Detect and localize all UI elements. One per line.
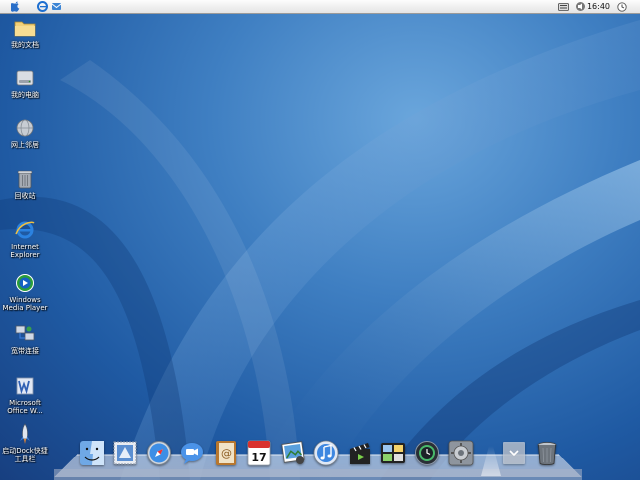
trash-icon	[14, 168, 36, 190]
desktop-icon-my-documents[interactable]: 我的文档	[0, 17, 50, 49]
keyboard-icon[interactable]	[557, 1, 569, 12]
word-icon	[14, 375, 36, 397]
internet-explorer-icon[interactable]	[36, 1, 48, 12]
network-connection-icon	[14, 323, 36, 345]
menu-clock[interactable]: 16:40	[587, 0, 610, 13]
dock-item-dashboard[interactable]	[379, 439, 407, 467]
desktop-icon-label: 启动Dock快捷工具栏	[2, 447, 48, 463]
dock-item-address-book[interactable]: @	[212, 439, 240, 467]
desktop-icon-microsoft-office-word[interactable]: Microsoft Office W...	[0, 375, 50, 415]
desktop-icon-recycle-bin[interactable]: 回收站	[0, 168, 50, 200]
safari-compass-icon	[147, 441, 171, 465]
dock-item-downloads-stack[interactable]	[500, 439, 528, 467]
trash-can-icon	[537, 442, 557, 465]
dock-item-system-preferences[interactable]	[447, 439, 475, 467]
desktop-icon-my-computer[interactable]: 我的电脑	[0, 67, 50, 99]
outlook-express-icon[interactable]	[50, 1, 62, 12]
speaker-icon[interactable]	[574, 1, 586, 12]
desktop-icon-label: Internet Explorer	[10, 243, 40, 259]
desktop-icon-label: 我的文档	[11, 41, 39, 49]
internet-explorer-icon	[14, 219, 36, 241]
desktop-icon-label: 网上邻居	[11, 141, 39, 149]
desktop[interactable]: 16:40 我的文档 我的电脑 网上邻居 回收站 Internet Explor	[0, 0, 640, 480]
dock-item-time-machine[interactable]	[413, 439, 441, 467]
downloads-stack-icon	[503, 442, 525, 464]
desktop-icon-label: Windows Media Player	[2, 296, 48, 312]
dock-item-itunes[interactable]	[312, 439, 340, 467]
music-note-icon	[313, 440, 339, 466]
calendar-day: 17	[251, 451, 266, 464]
menu-bar: 16:40	[0, 0, 640, 14]
dock-reflection	[54, 469, 582, 480]
address-book-icon: @	[216, 441, 236, 465]
hard-drive-icon	[14, 67, 36, 89]
rocket-icon	[14, 423, 36, 445]
desktop-icon-broadband-connection[interactable]: 宽带连接	[0, 323, 50, 355]
calendar-icon: 17	[247, 440, 271, 466]
dashboard-icon	[381, 443, 405, 463]
desktop-icon-label: Microsoft Office W...	[7, 399, 43, 415]
photos-icon	[281, 441, 305, 464]
clock-icon[interactable]	[616, 1, 628, 12]
video-chat-icon	[181, 443, 203, 464]
finder-icon	[80, 441, 104, 465]
clapperboard-icon	[350, 443, 370, 464]
desktop-icon-label: 回收站	[14, 192, 36, 200]
dock-item-ical[interactable]: 17	[245, 439, 273, 467]
svg-text:@: @	[221, 447, 232, 460]
apple-logo-icon[interactable]	[10, 1, 22, 12]
dock-item-mail[interactable]	[111, 439, 139, 467]
time-machine-icon	[415, 441, 439, 465]
desktop-icon-network-places[interactable]: 网上邻居	[0, 117, 50, 149]
dock-item-ichat[interactable]	[178, 439, 206, 467]
dock-item-imovie[interactable]	[346, 439, 374, 467]
dock-item-safari[interactable]	[145, 439, 173, 467]
desktop-icon-internet-explorer[interactable]: Internet Explorer	[0, 219, 50, 259]
folder-icon	[14, 17, 36, 39]
gear-icon	[448, 440, 474, 466]
aqua-wallpaper-swooshes	[0, 20, 640, 480]
desktop-icon-windows-media-player[interactable]: Windows Media Player	[0, 272, 50, 312]
desktop-icon-rocketdock-shortcut[interactable]: 启动Dock快捷工具栏	[0, 423, 50, 463]
dock-item-finder[interactable]	[78, 439, 106, 467]
dock-item-trash[interactable]	[533, 439, 561, 467]
desktop-icon-label: 宽带连接	[11, 347, 39, 355]
mail-stamp-icon	[113, 441, 137, 465]
media-player-icon	[14, 272, 36, 294]
network-globe-icon	[14, 117, 36, 139]
dock-item-iphoto[interactable]	[279, 439, 307, 467]
desktop-icon-label: 我的电脑	[11, 91, 39, 99]
